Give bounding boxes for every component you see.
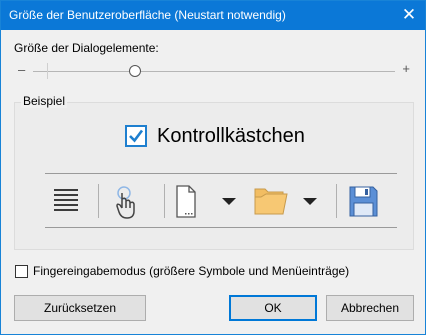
save-disk-icon[interactable] xyxy=(347,181,379,221)
cancel-button[interactable]: Abbrechen xyxy=(326,295,414,321)
title-bar: Größe der Benutzeroberfläche (Neustart n… xyxy=(1,1,425,30)
ok-button[interactable]: OK xyxy=(229,295,317,321)
slider-tick xyxy=(47,63,48,79)
open-folder-icon[interactable] xyxy=(253,181,289,221)
reset-button[interactable]: Zurücksetzen xyxy=(14,295,146,321)
slider-thumb[interactable] xyxy=(129,65,141,77)
toolbar-separator xyxy=(336,184,337,218)
toolbar-separator xyxy=(164,184,165,218)
touch-mode-label: Fingereingabemodus (größere Symbole und … xyxy=(33,264,350,278)
new-document-icon[interactable] xyxy=(173,181,199,221)
example-checkbox-label: Kontrollkästchen xyxy=(157,125,305,147)
menu-lines-icon[interactable] xyxy=(51,181,81,221)
window-title: Größe der Benutzeroberfläche (Neustart n… xyxy=(9,8,286,22)
checkmark-icon xyxy=(129,129,144,143)
slider-plus-label: + xyxy=(402,61,410,76)
toolbar-bottom-border xyxy=(45,227,397,228)
dialog-window: Größe der Benutzeroberfläche (Neustart n… xyxy=(0,0,426,335)
slider-track[interactable] xyxy=(33,71,395,72)
dialog-size-slider[interactable]: – + xyxy=(15,59,413,83)
dropdown-arrow-icon[interactable] xyxy=(300,181,320,221)
example-legend: Beispiel xyxy=(21,94,68,108)
touch-hand-icon[interactable] xyxy=(109,181,143,221)
dropdown-arrow-icon[interactable] xyxy=(219,181,239,221)
toolbar-top-border xyxy=(45,173,397,174)
dialog-size-label: Größe der Dialogelemente: xyxy=(14,41,159,55)
touch-mode-checkbox[interactable] xyxy=(15,265,28,278)
close-icon[interactable]: ✕ xyxy=(393,1,425,30)
slider-minus-label: – xyxy=(18,62,26,77)
example-checkbox[interactable] xyxy=(125,125,147,147)
toolbar-separator xyxy=(98,184,99,218)
